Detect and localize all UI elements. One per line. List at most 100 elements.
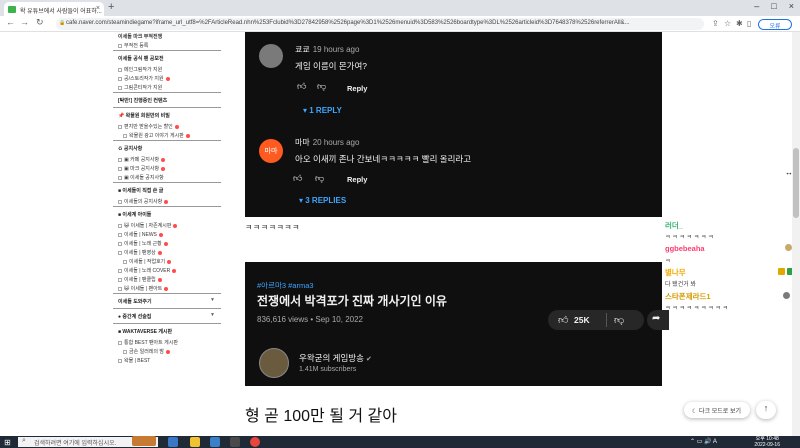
sidebar-item-label: 메인그림작가 지원 [124, 67, 163, 73]
board-icon [118, 232, 122, 237]
chat-badge-icon [778, 268, 785, 275]
sidebar-section-title[interactable]: 이세돌 도와주기 ▼ [113, 293, 221, 308]
sidebar-item-label: 이세돌의 공지사항 [124, 199, 163, 205]
tab-favicon-icon [8, 6, 16, 13]
forward-icon[interactable]: → [20, 17, 29, 27]
sidebar-menu-item[interactable]: 😺 이세돌 | 팬아트 [113, 284, 221, 293]
dark-mode-button[interactable]: ☾ 다크 모드로 보기 [684, 402, 750, 418]
sidebar-menu-item[interactable]: 왁물원 광고 이야기 게시판 [113, 131, 221, 140]
sidebar-section-title[interactable]: 📌 왁물원 회원만의 비밀 [113, 107, 221, 122]
share-icon[interactable]: ➦ [647, 310, 669, 330]
sidebar-menu-item[interactable]: 그림콘티작가 지원 [113, 83, 221, 92]
maximize-button[interactable]: □ [771, 1, 776, 11]
video-hashtags[interactable]: #아르마3 #arma3 [257, 280, 314, 291]
new-badge-icon [161, 166, 166, 171]
minimize-button[interactable]: – [754, 1, 759, 11]
sidebar-menu-item[interactable]: 공/스토리작가 지원 [113, 74, 221, 83]
new-tab-button[interactable]: + [108, 1, 114, 13]
sidebar-menu-item[interactable]: ▣ 카페 공지사항 [113, 155, 221, 164]
thumbs-down-icon[interactable]: 👎︎ [614, 314, 624, 326]
close-window-button[interactable]: × [789, 1, 794, 11]
sidebar-menu-item[interactable]: 이세돌의 공지사항 [113, 197, 221, 206]
reply-button[interactable]: Reply [347, 175, 367, 184]
sidebar-menu-item[interactable]: 이세돌 | 노래 근황 [113, 239, 221, 248]
avatar: 마마 [259, 139, 283, 163]
tab-close-icon[interactable]: × [96, 5, 100, 12]
share-icon[interactable]: ⇪ [712, 19, 719, 28]
sidebar-menu-item[interactable]: ▣ 마크 공지사항 [113, 164, 221, 173]
chrome-icon[interactable] [250, 437, 260, 447]
scroll-to-top-button[interactable]: ↑ [756, 401, 776, 419]
board-icon [118, 223, 122, 228]
sidebar-item-label: 이세돌 | 팬영상 [124, 250, 156, 256]
board-icon [118, 241, 122, 246]
thumbs-down-icon[interactable]: 👎︎ [317, 81, 326, 92]
sidebar-menu-item[interactable]: 편지만 받을수있는 할인 [113, 122, 221, 131]
channel-name[interactable]: 우왁굳의 게임방송 ✔ [299, 352, 372, 364]
thumbs-down-icon[interactable]: 👎︎ [315, 173, 324, 184]
sidebar-menu-item[interactable]: 이세돌 | 노래 COVER [113, 266, 221, 275]
sidebar-menu-item[interactable]: ▣ 이세돌 공지사항 [113, 173, 221, 182]
like-dislike-pill: 👍︎ 25K 👎︎ [548, 310, 644, 330]
extensions-icon[interactable]: ✱ [736, 19, 743, 28]
view-replies-button[interactable]: ▾ 3 REPLIES [299, 196, 346, 205]
board-icon [118, 340, 122, 345]
sidebar-section-title[interactable]: ■ 이세계 아이돌 [113, 206, 221, 221]
sidebar-menu-item[interactable]: 통합 BEST 팬아트 게시판 [113, 338, 221, 347]
page-scrollbar[interactable] [792, 32, 800, 436]
taskbar-clock[interactable]: 오후 10:48 2022-09-16 [754, 436, 780, 448]
back-icon[interactable]: ← [6, 17, 15, 27]
reply-button[interactable]: Reply [347, 84, 367, 93]
app-icon[interactable] [230, 437, 240, 447]
chevron-down-icon[interactable]: ▼ [210, 297, 215, 303]
profile-error-button[interactable]: 오류 [758, 19, 792, 30]
reload-icon[interactable]: ↻ [36, 17, 44, 28]
new-badge-icon [165, 349, 170, 354]
thumbs-up-icon[interactable]: 👍︎ [297, 81, 306, 92]
sidebar-section-title[interactable]: 이세돌 공식 팬 공모전 [113, 50, 221, 65]
sidebar-item-label: 이세돌 | 노래 근황 [124, 241, 162, 247]
sidepanel-icon[interactable]: ▯ [747, 19, 751, 28]
sidebar-section-title[interactable]: ■ 이세돌이 직접 쓴 글 [113, 182, 221, 197]
sidebar-menu-item[interactable]: 부적전 등록 [113, 41, 221, 50]
sidebar-menu-item[interactable]: 금손 일러레의 밤 [113, 347, 221, 356]
sidebar-menu-item[interactable]: 이세돌 마크 부적전쟁 [113, 32, 221, 41]
address-bar[interactable]: 🔒 cafe.naver.com/steamindiegame?iframe_u… [56, 18, 704, 30]
board-icon [118, 43, 122, 48]
channel-avatar[interactable] [259, 348, 289, 378]
sidebar-menu-item[interactable]: 😺 이세돌 | 자존계시판 [113, 221, 221, 230]
sidebar-menu-item[interactable]: 이세돌 | NEWS [113, 230, 221, 239]
sidebar-menu-item[interactable]: 이세돌 | 팬영상 [113, 248, 221, 257]
thumbs-up-icon[interactable]: 👍︎ [558, 314, 568, 326]
windows-taskbar: ⊞ ⌕ 검색하려면 여기에 입력하십시오. ⌃ ▭ 🔊 A 오후 10:48 2… [0, 436, 800, 448]
sidebar-section-title[interactable]: ♻ 공지사항 [113, 140, 221, 155]
windows-start-icon[interactable]: ⊞ [4, 438, 11, 447]
sidebar-item-label: 금손 일러레의 밤 [129, 349, 164, 355]
vscode-icon[interactable] [210, 437, 220, 447]
file-explorer-icon[interactable] [190, 437, 200, 447]
sidebar-section-title[interactable]: ■ WAKTAVERSE 게시판 [113, 323, 221, 338]
new-badge-icon [161, 157, 166, 162]
new-badge-icon [185, 133, 190, 138]
view-replies-button[interactable]: ▾ 1 REPLY [303, 106, 342, 115]
system-tray[interactable]: ⌃ ▭ 🔊 A [690, 438, 717, 445]
sidebar-menu-item[interactable]: 이세돌 | 작업호기 [113, 257, 221, 266]
thumbs-up-icon[interactable]: 👍︎ [293, 173, 302, 184]
sidebar-section-title[interactable]: [탁만!] 진행중인 컨텐츠 [113, 92, 221, 107]
board-icon [118, 199, 122, 204]
sidebar-menu-item[interactable]: 왁물 | BEST [113, 356, 221, 365]
url-text: cafe.naver.com/steamindiegame?iframe_url… [66, 20, 630, 26]
taskview-icon[interactable] [168, 437, 178, 447]
browser-tab[interactable]: 왁 유튜브에서 사람들이 어표하... × [4, 2, 104, 16]
new-badge-icon [173, 223, 178, 228]
sidebar-section-title[interactable]: ● 중간계 선술집 ▼ [113, 308, 221, 323]
new-badge-icon [165, 76, 170, 81]
youtube-video-screenshot: #아르마3 #arma3 전쟁에서 박격포가 진짜 개사기인 이유 836,61… [245, 262, 669, 386]
board-icon [118, 358, 122, 363]
sidebar-menu-item[interactable]: 이세돌 | 팬클립 [113, 275, 221, 284]
chevron-down-icon[interactable]: ▼ [210, 312, 215, 318]
scrollbar-thumb[interactable] [793, 148, 799, 218]
sidebar-menu-item[interactable]: 메인그림작가 지원 [113, 65, 221, 74]
sidebar-item-label: ▣ 이세돌 공지사항 [124, 175, 164, 181]
bookmark-star-icon[interactable]: ☆ [724, 19, 731, 28]
